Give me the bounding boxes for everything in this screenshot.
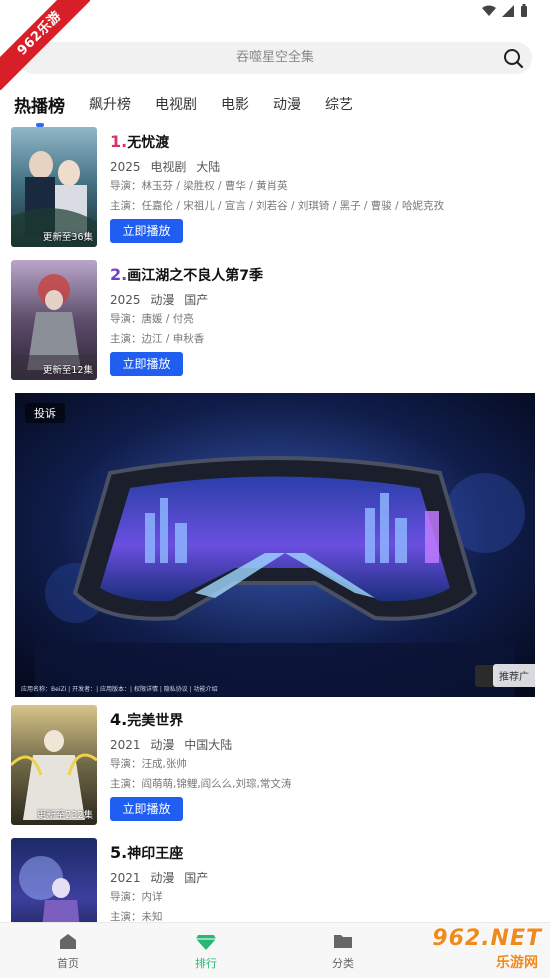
item-info: 4. 完美世界 2021 动漫 中国大陆 导演：汪成,张帅 主演：阎萌萌,锦鲤,… [110, 710, 530, 794]
list-item[interactable]: 更新至36集 1. 无忧渡 2025 电视剧 大陆 导演：林玉芬 / 梁胜权 /… [11, 127, 541, 247]
watermark-logo: 962.NET [432, 926, 542, 951]
item-meta: 2025 电视剧 大陆 [110, 158, 530, 176]
title-row: 2. 画江湖之不良人第7季 [110, 265, 530, 287]
ad-recommend-label[interactable]: 推荐广 [493, 664, 535, 687]
item-director: 导演：汪成,张帅 [110, 758, 187, 770]
wifi-icon [482, 5, 496, 16]
tab-movie[interactable]: 电影 [221, 94, 249, 114]
category-tabs: 热播榜 飙升榜 电视剧 电影 动漫 综艺 [14, 86, 377, 127]
title-row: 5. 神印王座 [110, 843, 530, 865]
item-info: 1. 无忧渡 2025 电视剧 大陆 导演：林玉芬 / 梁胜权 / 曹华 / 黄… [110, 132, 530, 216]
list-item[interactable]: 更新至232集 4. 完美世界 2021 动漫 中国大陆 导演：汪成,张帅 主演… [11, 705, 541, 825]
item-cast: 主演：边江 / 申秋香 [110, 333, 205, 345]
item-year: 2021 [110, 738, 141, 752]
play-button[interactable]: 立即播放 [110, 797, 183, 821]
diamond-icon [196, 935, 216, 950]
play-button[interactable]: 立即播放 [110, 219, 183, 243]
poster-badge: 更新至232集 [36, 810, 93, 821]
home-icon [60, 934, 76, 949]
folder-icon [334, 935, 352, 948]
item-year: 2025 [110, 160, 141, 174]
title-row: 1. 无忧渡 [110, 132, 530, 154]
signal-icon [502, 4, 514, 17]
item-title[interactable]: 无忧渡 [127, 132, 169, 152]
search-icon[interactable] [502, 47, 524, 69]
item-region: 大陆 [196, 160, 221, 174]
item-info: 2. 画江湖之不良人第7季 2025 动漫 国产 导演：唐媛 / 付亮 主演：边… [110, 265, 530, 349]
list-item[interactable]: 更新至12集 2. 画江湖之不良人第7季 2025 动漫 国产 导演：唐媛 / … [11, 260, 541, 380]
item-meta: 2021 动漫 中国大陆 [110, 736, 530, 754]
item-year: 2021 [110, 871, 141, 885]
nav-ranking-label: 排行 [195, 957, 217, 970]
ad-image [15, 393, 535, 697]
battery-icon [521, 4, 527, 17]
nav-home[interactable]: 首页 [38, 931, 98, 971]
poster-badge: 更新至36集 [42, 232, 93, 243]
item-director: 导演：林玉芬 / 梁胜权 / 曹华 / 黄肖英 [110, 180, 288, 192]
tab-tv[interactable]: 电视剧 [155, 94, 197, 114]
tab-variety[interactable]: 综艺 [325, 94, 353, 114]
nav-category-label: 分类 [332, 957, 354, 970]
item-meta: 2025 动漫 国产 [110, 291, 530, 309]
ad-banner[interactable]: 投诉 推荐广 应用名称：BeiZi | 开发者：| 应用版本：| 权限详情 | … [15, 393, 535, 697]
item-region: 国产 [184, 293, 209, 307]
item-type: 动漫 [150, 871, 175, 885]
search-bar[interactable]: 吞噬星空全集 [18, 42, 532, 74]
corner-ribbon: 962乐游 [0, 0, 90, 90]
nav-home-label: 首页 [57, 957, 79, 970]
poster-image[interactable]: 更新至232集 [11, 705, 97, 825]
poster-image[interactable]: 更新至36集 [11, 127, 97, 247]
corner-ribbon-text: 962乐游 [0, 0, 90, 90]
rank-number: 1. [110, 132, 128, 151]
nav-category[interactable]: 分类 [313, 931, 373, 971]
search-input[interactable]: 吞噬星空全集 [18, 42, 532, 74]
watermark: 962.NET 乐游网 [414, 926, 542, 974]
item-type: 动漫 [150, 738, 175, 752]
item-type: 动漫 [150, 293, 175, 307]
rank-number: 5. [110, 843, 128, 862]
item-director: 导演：唐媛 / 付亮 [110, 313, 194, 325]
status-icons [482, 4, 528, 17]
title-row: 4. 完美世界 [110, 710, 530, 732]
tab-anime[interactable]: 动漫 [273, 94, 301, 114]
item-region: 国产 [184, 871, 209, 885]
item-region: 中国大陆 [184, 738, 233, 752]
item-info: 5. 神印王座 2021 动漫 国产 导演：内详 主演：未知 [110, 843, 530, 927]
item-title[interactable]: 神印王座 [127, 843, 183, 863]
rank-number: 4. [110, 710, 128, 729]
poster-image[interactable]: 更新至12集 [11, 260, 97, 380]
item-director: 导演：内详 [110, 891, 163, 903]
ad-footer: 应用名称：BeiZi | 开发者：| 应用版本：| 权限详情 | 隐私协议 | … [21, 686, 218, 693]
item-meta: 2021 动漫 国产 [110, 869, 530, 887]
play-button[interactable]: 立即播放 [110, 352, 183, 376]
tab-rising[interactable]: 飙升榜 [89, 94, 131, 114]
item-cast: 主演：任嘉伦 / 宋祖儿 / 宣言 / 刘若谷 / 刘琪锜 / 黑子 / 曹骏 … [110, 200, 444, 212]
nav-ranking[interactable]: 排行 [176, 931, 236, 971]
tab-hot[interactable]: 热播榜 [14, 92, 65, 127]
ad-report-button[interactable]: 投诉 [25, 403, 65, 423]
item-title[interactable]: 完美世界 [127, 710, 183, 730]
poster-badge: 更新至12集 [42, 365, 93, 376]
item-year: 2025 [110, 293, 141, 307]
item-cast: 主演：阎萌萌,锦鲤,阎么么,刘琮,常文涛 [110, 778, 292, 790]
item-title[interactable]: 画江湖之不良人第7季 [127, 265, 263, 285]
item-type: 电视剧 [150, 160, 187, 174]
rank-number: 2. [110, 265, 128, 284]
watermark-text: 乐游网 [496, 955, 538, 971]
